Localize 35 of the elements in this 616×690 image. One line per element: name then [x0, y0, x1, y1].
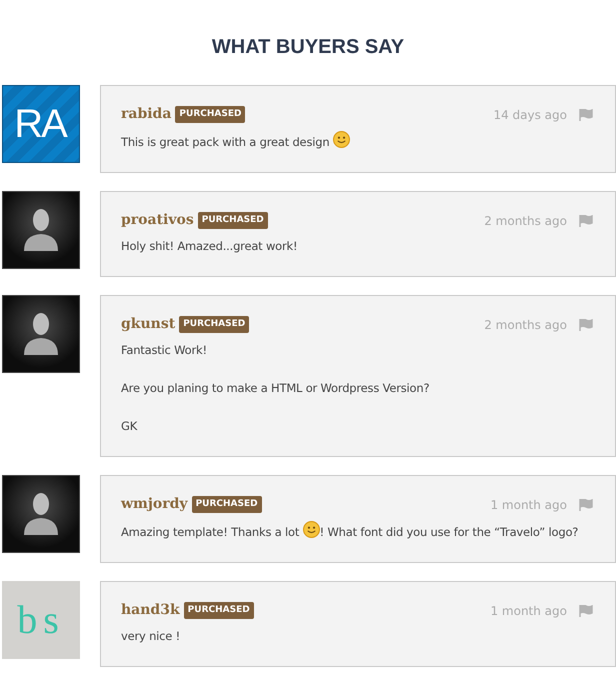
flag-icon[interactable] — [579, 318, 593, 330]
reviewer-name[interactable]: gkunst — [121, 314, 176, 335]
review-text: GK — [121, 418, 138, 435]
flag-icon[interactable] — [579, 108, 593, 120]
review-time: 2 months ago — [484, 316, 567, 334]
review-time: 1 month ago — [490, 496, 567, 514]
purchased-badge: PURCHASED — [192, 496, 262, 513]
purchased-badge: PURCHASED — [198, 212, 268, 229]
avatar-initials: RA — [14, 104, 68, 144]
purchased-badge: PURCHASED — [175, 106, 246, 123]
reviewer-name[interactable]: wmjordy — [121, 494, 188, 515]
purchased-badge: PURCHASED — [179, 316, 250, 333]
section-heading: WHAT BUYERS SAY — [210, 35, 406, 60]
review-time: 14 days ago — [493, 106, 567, 124]
person-silhouette-icon — [22, 311, 60, 357]
review-text: Fantastic Work! — [121, 342, 208, 359]
review-text: Holy shit! Amazed...great work! — [121, 238, 298, 255]
smiley-icon — [302, 521, 320, 538]
purchased-badge: PURCHASED — [184, 602, 254, 619]
avatar-monogram: bs — [17, 600, 65, 640]
review-time: 1 month ago — [490, 602, 567, 620]
person-silhouette-icon — [22, 491, 60, 537]
reviewer-name[interactable]: hand3k — [121, 600, 180, 621]
reviewer-name[interactable]: rabida — [121, 104, 172, 125]
review-text: This is great pack with a great design — [121, 131, 593, 152]
person-silhouette-icon — [22, 207, 60, 253]
smiley-icon — [332, 131, 350, 148]
flag-icon[interactable] — [579, 498, 593, 510]
review-text: very nice ! — [121, 628, 182, 645]
flag-icon[interactable] — [579, 214, 593, 226]
flag-icon[interactable] — [579, 604, 593, 616]
reviewer-name[interactable]: proativos — [121, 210, 194, 231]
review-text: Are you planing to make a HTML or Wordpress Version? — [121, 380, 430, 397]
review-time: 2 months ago — [484, 212, 567, 230]
review-text: Amazing template! Thanks a lot ! What font did you use for the “Travelo” logo? — [121, 521, 593, 542]
